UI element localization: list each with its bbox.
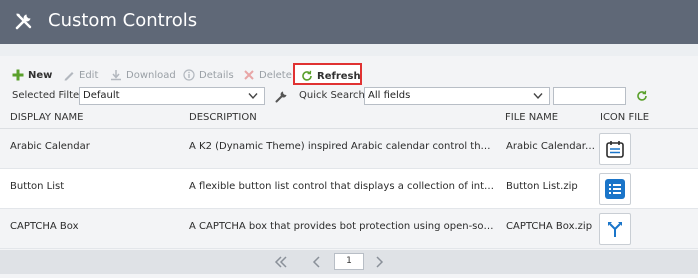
delete-button[interactable]: Delete [243, 63, 292, 87]
tools-icon [15, 13, 32, 30]
pager: 1 [0, 250, 698, 274]
next-page-icon[interactable] [376, 256, 384, 268]
cell-display-name: Button List [10, 181, 65, 192]
refresh-label: Refresh [317, 70, 361, 82]
cell-file-name: Button List.zip [506, 181, 578, 192]
chevron-down-icon [248, 93, 258, 100]
search-refresh-icon[interactable] [636, 90, 648, 102]
delete-x-icon [244, 70, 254, 80]
page-header: Custom Controls [0, 0, 698, 44]
refresh-icon [302, 70, 312, 81]
details-button[interactable]: Details [183, 63, 234, 87]
delete-label: Delete [259, 69, 292, 81]
cell-description: A CAPTCHA box that provides bot protecti… [189, 221, 495, 232]
column-display-name[interactable]: DISPLAY NAME [10, 112, 83, 123]
quick-search-field-value: All fields [368, 90, 411, 101]
edit-label: Edit [79, 69, 99, 81]
pencil-icon [64, 72, 74, 81]
quick-search-field-dropdown[interactable]: All fields [364, 87, 550, 105]
column-file-name[interactable]: FILE NAME [505, 112, 558, 123]
plus-icon [12, 69, 24, 81]
list-icon [599, 173, 631, 205]
cell-display-name: CAPTCHA Box [10, 221, 79, 232]
quick-search-label: Quick Search: [299, 90, 369, 101]
edit-button[interactable]: Edit [63, 63, 98, 87]
cell-display-name: Arabic Calendar [10, 141, 90, 152]
cell-file-name: Arabic Calendar.zip [506, 141, 596, 152]
download-button[interactable]: Download [110, 63, 176, 87]
refresh-button[interactable]: Refresh [293, 63, 362, 85]
download-label: Download [126, 69, 176, 81]
quick-search-input[interactable] [553, 87, 626, 105]
page-number-input[interactable]: 1 [334, 253, 364, 270]
wrench-icon[interactable] [275, 90, 288, 103]
table-row[interactable]: Arabic Calendar A K2 (Dynamic Theme) ins… [0, 129, 698, 169]
refresh-button-content: Refresh [301, 64, 361, 88]
previous-page-icon[interactable] [312, 256, 320, 268]
column-description[interactable]: DESCRIPTION [189, 112, 257, 123]
table-header: DISPLAY NAME DESCRIPTION FILE NAME ICON … [0, 107, 698, 129]
selected-filter-label: Selected Filter: [12, 90, 87, 101]
calendar-icon [599, 133, 631, 165]
fork-icon [599, 213, 631, 245]
new-label: New [28, 69, 53, 81]
cell-description: A K2 (Dynamic Theme) inspired Arabic cal… [189, 141, 495, 152]
header-band [0, 44, 698, 56]
info-icon [183, 69, 195, 81]
first-page-icon[interactable] [274, 256, 288, 268]
column-icon-file[interactable]: ICON FILE [600, 112, 649, 123]
cell-file-name: CAPTCHA Box.zip [506, 221, 593, 232]
cell-description: A flexible button list control that disp… [189, 181, 495, 192]
chevron-down-icon [533, 93, 543, 100]
filter-row: Selected Filter: Default Quick Search: A… [0, 87, 698, 107]
download-icon [111, 70, 121, 81]
new-button[interactable]: New [12, 63, 52, 87]
table-row[interactable]: CAPTCHA Box A CAPTCHA box that provides … [0, 209, 698, 249]
selected-filter-value: Default [83, 90, 120, 101]
details-label: Details [199, 69, 234, 81]
table-row[interactable]: Button List A flexible button list contr… [0, 169, 698, 209]
page-title: Custom Controls [48, 10, 198, 31]
selected-filter-dropdown[interactable]: Default [79, 87, 265, 105]
